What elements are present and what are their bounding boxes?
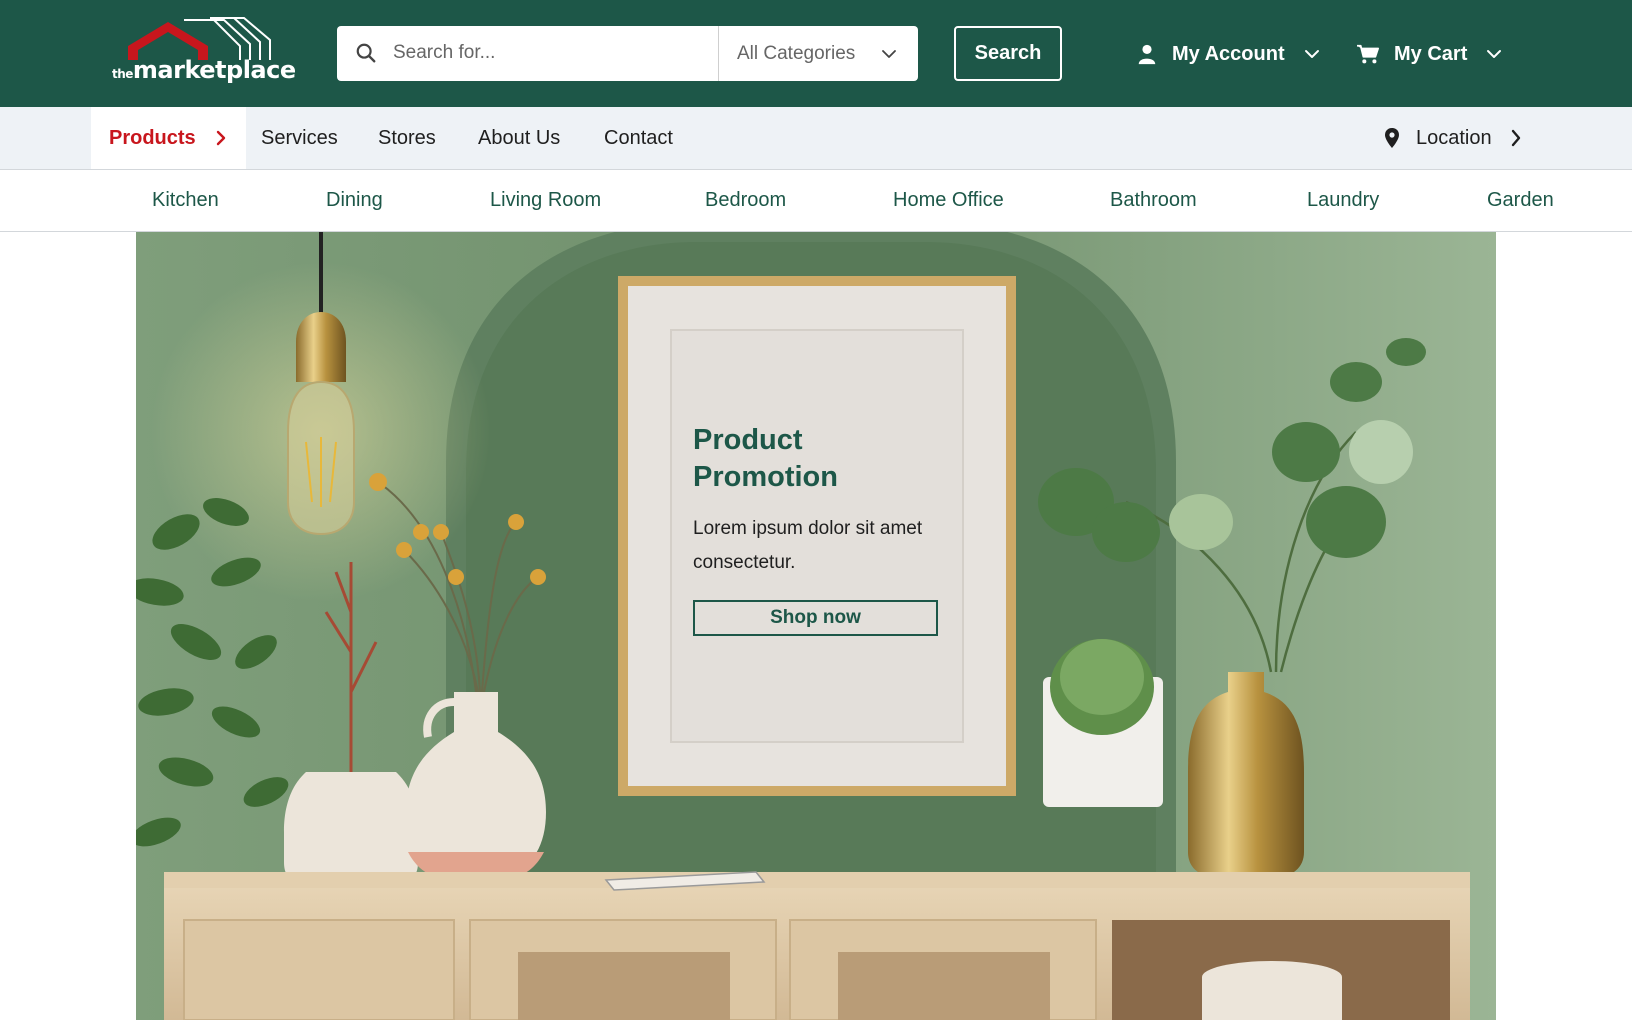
logo-wordmark: themarketplace bbox=[112, 56, 296, 84]
nav-item-label: Stores bbox=[378, 126, 436, 149]
chevron-right-icon bbox=[1511, 129, 1520, 147]
my-cart-label: My Cart bbox=[1394, 42, 1468, 65]
category-bathroom[interactable]: Bathroom bbox=[1110, 170, 1197, 231]
category-laundry[interactable]: Laundry bbox=[1307, 170, 1379, 231]
category-select-value: All Categories bbox=[737, 42, 856, 64]
nav-item-stores[interactable]: Stores bbox=[378, 107, 436, 169]
search-button[interactable]: Search bbox=[954, 26, 1062, 81]
category-bedroom[interactable]: Bedroom bbox=[705, 170, 786, 231]
category-dining[interactable]: Dining bbox=[326, 170, 383, 231]
search-input[interactable] bbox=[393, 34, 693, 72]
shop-now-button[interactable]: Shop now bbox=[693, 600, 938, 636]
user-icon bbox=[1138, 44, 1156, 65]
chevron-down-icon bbox=[1487, 50, 1502, 58]
my-account-label: My Account bbox=[1172, 42, 1285, 65]
category-garden[interactable]: Garden bbox=[1487, 170, 1554, 231]
chevron-down-icon bbox=[1304, 50, 1319, 58]
logo-name: marketplace bbox=[132, 56, 296, 84]
chevron-down-icon bbox=[882, 50, 896, 58]
category-kitchen[interactable]: Kitchen bbox=[152, 170, 219, 231]
location-label: Location bbox=[1416, 126, 1492, 149]
nav-item-products[interactable]: Products bbox=[91, 107, 246, 169]
category-bar: Kitchen Dining Living Room Bedroom Home … bbox=[0, 170, 1632, 232]
category-select[interactable]: All Categories bbox=[719, 26, 918, 81]
category-home-office[interactable]: Home Office bbox=[893, 170, 1004, 231]
logo-prefix: the bbox=[112, 67, 133, 81]
promo-title: Product Promotion bbox=[693, 424, 838, 493]
promo-text: Lorem ipsum dolor sit amet consectetur. bbox=[693, 518, 923, 573]
cart-icon bbox=[1357, 44, 1379, 64]
location-selector[interactable]: Location bbox=[1384, 107, 1522, 169]
marketplace-logo[interactable]: themarketplace bbox=[110, 16, 296, 88]
nav-item-label: Contact bbox=[604, 126, 673, 149]
chevron-right-icon bbox=[216, 130, 225, 146]
nav-item-label: About Us bbox=[478, 126, 561, 149]
site-header: themarketplace All Categories Search My … bbox=[0, 0, 1632, 107]
nav-item-label: Services bbox=[261, 126, 338, 149]
nav-item-about-us[interactable]: About Us bbox=[478, 107, 560, 169]
nav-item-services[interactable]: Services bbox=[261, 107, 338, 169]
primary-nav: Products Services Stores About Us Contac… bbox=[0, 107, 1632, 170]
nav-item-contact[interactable]: Contact bbox=[604, 107, 673, 169]
my-account-menu[interactable]: My Account bbox=[1136, 30, 1321, 78]
promo-card: Product Promotion Lorem ipsum dolor sit … bbox=[693, 422, 955, 636]
hero-banner: Product Promotion Lorem ipsum dolor sit … bbox=[136, 232, 1496, 1020]
search-icon bbox=[356, 43, 376, 63]
my-cart-menu[interactable]: My Cart bbox=[1356, 30, 1503, 78]
map-pin-icon bbox=[1385, 128, 1399, 148]
search-bar: All Categories bbox=[337, 26, 918, 81]
nav-item-label: Products bbox=[109, 126, 196, 149]
category-living-room[interactable]: Living Room bbox=[490, 170, 601, 231]
